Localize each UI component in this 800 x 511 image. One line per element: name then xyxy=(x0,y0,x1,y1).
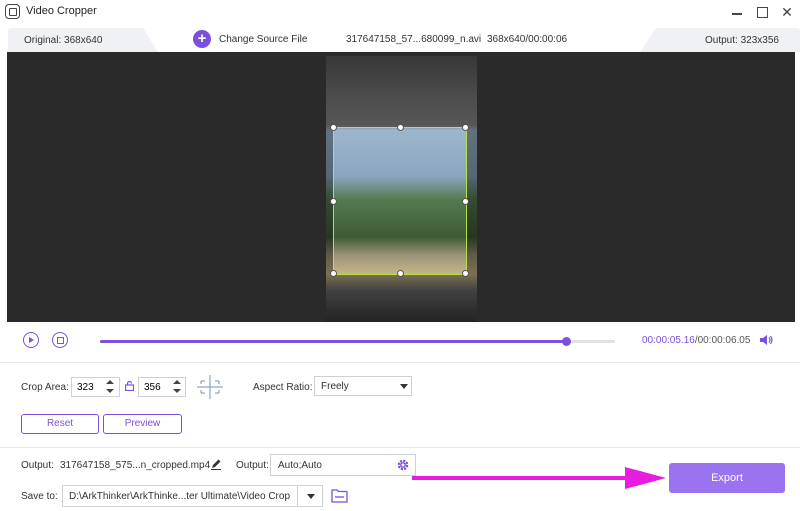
progress-bar[interactable] xyxy=(100,337,615,346)
change-source-button[interactable]: Change Source File xyxy=(219,34,307,45)
arrow-annotation xyxy=(412,467,666,489)
crop-handle[interactable] xyxy=(330,270,337,277)
output-format-field[interactable]: Auto;Auto xyxy=(270,454,416,476)
app-icon xyxy=(5,4,20,19)
chevron-down-icon xyxy=(307,494,315,499)
video-preview xyxy=(7,52,795,322)
source-file-name: 317647158_57...680099_n.avi xyxy=(346,34,482,45)
preview-button[interactable]: Preview xyxy=(103,414,182,434)
export-button[interactable]: Export xyxy=(669,463,785,493)
crop-handle[interactable] xyxy=(462,124,469,131)
reset-button[interactable]: Reset xyxy=(21,414,99,434)
save-path-dropdown[interactable] xyxy=(297,485,323,507)
save-path-field[interactable]: D:\ArkThinker\ArkThinke...ter Ultimate\V… xyxy=(62,485,298,507)
gear-icon[interactable] xyxy=(396,458,410,472)
output-filename: 317647158_575...n_cropped.mp4 xyxy=(60,460,211,471)
crop-handle[interactable] xyxy=(462,270,469,277)
volume-icon[interactable] xyxy=(759,334,773,346)
center-icon[interactable] xyxy=(197,375,223,399)
save-to-label: Save to: xyxy=(21,491,58,502)
crop-handle[interactable] xyxy=(330,198,337,205)
save-path-value: D:\ArkThinker\ArkThinke...ter Ultimate\V… xyxy=(69,491,291,502)
play-icon[interactable] xyxy=(23,332,39,348)
folder-icon[interactable] xyxy=(331,488,348,503)
progress-thumb[interactable] xyxy=(561,337,571,346)
divider xyxy=(0,447,800,448)
time-readout: 00:00:05.16/00:00:06.05 xyxy=(642,335,750,346)
format-label: Output: xyxy=(236,460,269,471)
divider xyxy=(0,362,800,363)
crop-area-label: Crop Area: xyxy=(21,382,69,393)
title-bar: Video Cropper ✕ xyxy=(0,0,800,24)
output-format-value: Auto;Auto xyxy=(278,460,322,471)
info-bar: Original: 368x640 + Change Source File 3… xyxy=(0,28,800,52)
original-resolution: Original: 368x640 xyxy=(24,35,103,46)
window-title: Video Cropper xyxy=(26,5,97,17)
output-resolution: Output: 323x356 xyxy=(705,35,779,46)
source-file-info: 368x640/00:00:06 xyxy=(487,34,568,45)
time-total: /00:00:06.05 xyxy=(694,335,751,346)
crop-handle[interactable] xyxy=(397,270,404,277)
crop-box[interactable] xyxy=(330,124,469,277)
chevron-down-icon xyxy=(400,384,408,389)
output-label: Output: xyxy=(21,460,54,471)
crop-handle[interactable] xyxy=(397,124,404,131)
minimize-icon[interactable] xyxy=(727,2,747,22)
aspect-ratio-value: Freely xyxy=(321,381,349,392)
pencil-icon[interactable] xyxy=(210,458,222,470)
aspect-ratio-select[interactable]: Freely xyxy=(314,376,412,396)
maximize-icon[interactable] xyxy=(752,2,772,22)
aspect-ratio-label: Aspect Ratio: xyxy=(253,382,313,393)
close-icon[interactable]: ✕ xyxy=(777,2,797,22)
crop-handle[interactable] xyxy=(330,124,337,131)
plus-icon[interactable]: + xyxy=(193,30,211,48)
crop-handle[interactable] xyxy=(462,198,469,205)
stop-icon[interactable] xyxy=(52,332,68,348)
lock-icon[interactable] xyxy=(125,381,134,391)
crop-width-stepper[interactable] xyxy=(105,378,115,396)
crop-height-stepper[interactable] xyxy=(172,378,182,396)
progress-fill xyxy=(100,340,566,343)
time-current: 00:00:05.16 xyxy=(642,335,695,346)
